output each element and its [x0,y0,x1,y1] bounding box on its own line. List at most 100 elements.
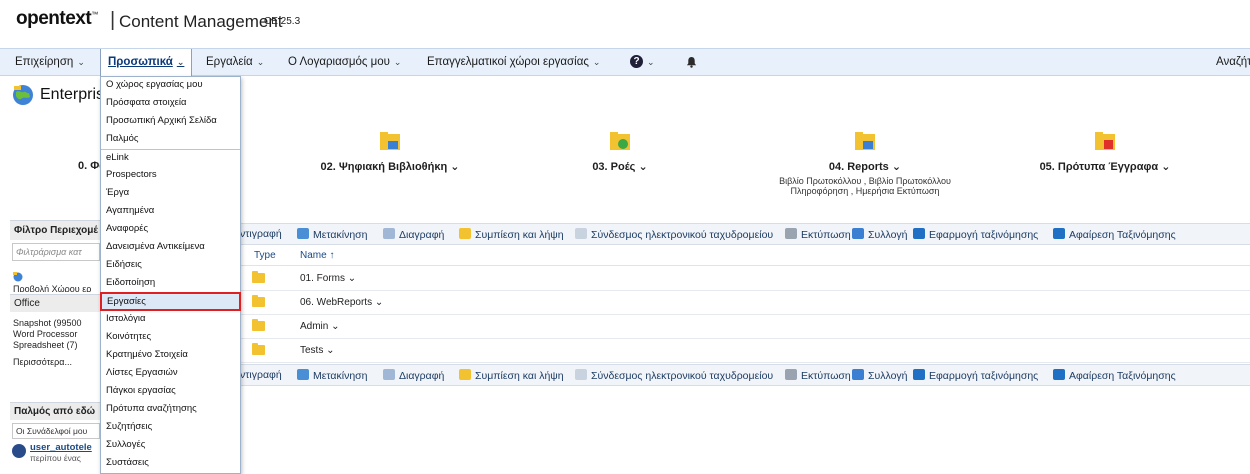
folder-icon [252,271,265,283]
delete-button[interactable]: Διαγραφή [383,369,444,382]
chevron-down-icon[interactable]: ⌄ [375,297,383,308]
apply-taxonomy-button[interactable]: Εφαρμογή ταξινόμησης [913,228,1038,241]
email-link-button[interactable]: Σύνδεσμος ηλεκτρονικού ταχυδρομείου [575,228,773,241]
menu-tools[interactable]: Εργαλεία ⌄ [206,49,264,76]
folder-report-icon [380,132,400,150]
main-menu-bar: Επιχείρηση ⌄ Προσωπικά ⌄ Εργαλεία ⌄ Ο Λογαρ… [0,48,1250,76]
chevron-down-icon: ⌄ [393,57,402,67]
menu-item-prospectors[interactable]: Prospectors [101,167,240,183]
print-button[interactable]: Εκτύπωση [785,369,851,382]
chevron-down-icon[interactable]: ⌄ [326,345,334,356]
menu-help[interactable]: ? ⌄ [630,49,655,76]
more-link[interactable]: Περισσότερα... [10,357,102,371]
menu-item-collections[interactable]: Συλλογές [101,437,240,453]
col-name-header[interactable]: Name ↑ [300,250,334,261]
page-title: Enterpris [12,84,104,106]
menu-item-discussions[interactable]: Συζητήσεις [101,419,240,435]
delete-button[interactable]: Διαγραφή [383,228,444,241]
remove-taxonomy-button[interactable]: Αφαίρεση Ταξινόμησης [1053,228,1176,241]
office-item-snapshot[interactable]: Snapshot (99500 [10,318,102,329]
move-button[interactable]: Μετακίνηση [297,228,368,241]
copy-button[interactable]: ντιγραφή [240,228,282,240]
tile-flows[interactable]: 03. Ροές ⌄ [580,130,660,173]
help-icon: ? [630,55,643,69]
enterprise-globe-icon [13,85,33,105]
menu-item-reports[interactable]: Αναφορές [101,221,240,237]
menu-item-my-workspace[interactable]: Ο χώρος εργασίας μου [101,77,240,93]
table-row[interactable]: 01. Forms ⌄ [240,267,1250,291]
product-version: CE 25.3 [264,16,301,27]
table-row[interactable]: Tests ⌄ [240,339,1250,363]
collect-button[interactable]: Συλλογή [852,369,908,382]
tile-digital-library[interactable]: 02. Ψηφιακή Βιβλιοθήκη ⌄ [300,130,480,173]
menu-item-reserved[interactable]: Κρατημένο Στοιχεία [101,347,240,363]
table-row[interactable]: 06. WebReports ⌄ [240,291,1250,315]
tile-reports-links[interactable]: Βιβλίο Πρωτοκόλλου , Βιβλίο Πρωτοκόλλου … [775,176,955,196]
chevron-down-icon: ⌄ [647,57,655,67]
collect-button[interactable]: Συλλογή [852,228,908,241]
chevron-down-icon[interactable]: ⌄ [348,273,356,284]
apply-taxonomy-button[interactable]: Εφαρμογή ταξινόμησης [913,369,1038,382]
menu-personal[interactable]: Προσωπικά ⌄ [100,49,193,76]
collect-icon [852,369,864,380]
taxonomy-icon [1053,228,1065,239]
content-filter-panel: Φίλτρο Περιεχομέ Φιλτράρισμα κατ Προβολή… [10,220,102,371]
folder-icon [252,295,265,307]
tile-templates[interactable]: 05. Πρότυπα Έγγραφα ⌄ [1035,130,1175,173]
move-button[interactable]: Μετακίνηση [297,369,368,382]
menu-item-recommendations[interactable]: Συστάσεις [101,455,240,471]
menu-item-favorites[interactable]: Αγαπημένα [101,203,240,219]
menu-item-borrowed[interactable]: Δανεισμένα Αντικείμενα [101,239,240,255]
menu-my-account[interactable]: Ο Λογαριασμός μου ⌄ [288,49,401,76]
table-row[interactable]: Admin ⌄ [240,315,1250,339]
office-item-spreadsheet[interactable]: Spreadsheet (7) [10,340,102,351]
menu-item-recent[interactable]: Πρόσφατα στοιχεία [101,95,240,111]
email-icon [575,369,587,380]
search-menu[interactable]: Αναζήτ [1216,49,1250,76]
remove-taxonomy-button[interactable]: Αφαίρεση Ταξινόμησης [1053,369,1176,382]
menu-item-notification[interactable]: Ειδοποίηση [101,275,240,291]
zip-icon [459,369,471,380]
email-icon [575,228,587,239]
menu-item-news[interactable]: Ειδήσεις [101,257,240,273]
zip-download-button[interactable]: Συμπίεση και λήψη [459,369,564,382]
activity-tab-colleagues[interactable]: Οι Συνάδελφοί μου [12,423,100,439]
zip-download-button[interactable]: Συμπίεση και λήψη [459,228,564,241]
chevron-down-icon[interactable]: ⌄ [331,321,339,332]
menu-item-personal-home[interactable]: Προσωπική Αρχική Σελίδα [101,113,240,129]
menu-workspaces[interactable]: Επαγγελματικοί χώροι εργασίας ⌄ [427,49,600,76]
table-header: Type Name ↑ [240,246,1250,266]
chevron-down-icon: ⌄ [1161,161,1171,173]
menu-item-pulse[interactable]: Παλμός [101,131,240,147]
activity-user-name[interactable]: user_autotele [30,442,92,453]
office-item-word[interactable]: Word Processor [10,329,102,340]
menu-item-blogs[interactable]: Ιστολόγια [101,311,240,327]
menu-item-task-lists[interactable]: Λίστες Εργασιών [101,365,240,381]
col-type-header[interactable]: Type [254,250,276,261]
delete-icon [383,228,395,239]
tile-reports[interactable]: 04. Reports ⌄ Βιβλίο Πρωτοκόλλου , Βιβλί… [755,130,975,196]
notifications-bell[interactable] [686,49,697,76]
print-icon [785,369,797,380]
activity-user-time: περίπου ένας [30,453,81,463]
menu-item-elink[interactable]: eLink [101,149,240,165]
activity-header: Παλμός από εδώ [10,402,102,420]
menu-item-search-templates[interactable]: Πρότυπα αναζήτησης [101,401,240,417]
menu-item-communities[interactable]: Κοινότητες [101,329,240,345]
filter-header: Φίλτρο Περιεχομέ [10,220,102,240]
copy-button[interactable]: ντιγραφή [240,369,282,381]
chevron-down-icon: ⌄ [891,161,902,173]
menu-item-projects[interactable]: Έργα [101,185,240,201]
workspace-globe-icon [13,272,23,282]
filter-input[interactable]: Φιλτράρισμα κατ [12,243,100,261]
menu-item-tasks[interactable]: Εργασίες [100,292,241,311]
chevron-down-icon: ⌄ [77,57,85,67]
folder-icon [252,343,265,355]
menu-item-workbenches[interactable]: Πάγκοι εργασίας [101,383,240,399]
chevron-down-icon: ⌄ [256,57,265,67]
print-button[interactable]: Εκτύπωση [785,228,851,241]
personal-dropdown-menu: Ο χώρος εργασίας μου Πρόσφατα στοιχεία Π… [100,76,241,474]
menu-enterprise[interactable]: Επιχείρηση ⌄ [15,49,85,76]
workspace-view-link[interactable]: Προβολή Χώρου ερ [10,270,102,292]
email-link-button[interactable]: Σύνδεσμος ηλεκτρονικού ταχυδρομείου [575,369,773,382]
